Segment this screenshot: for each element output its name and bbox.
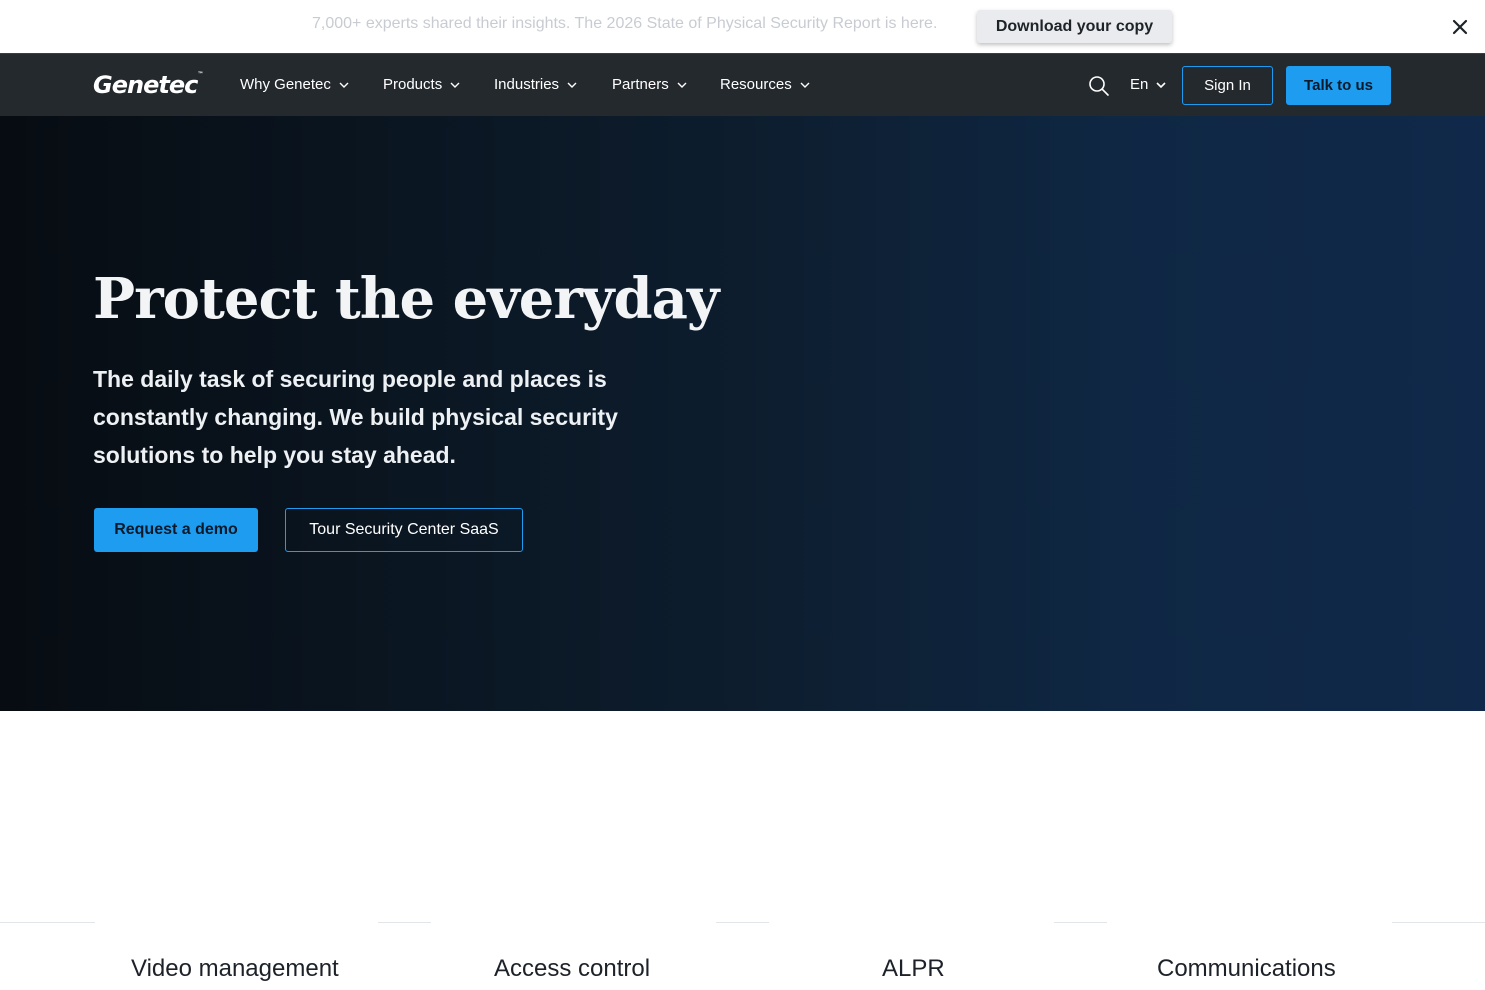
search-icon[interactable] — [1087, 74, 1111, 98]
close-icon[interactable] — [1448, 15, 1472, 39]
chevron-down-icon — [1156, 81, 1166, 88]
announcement-text: 7,000+ experts shared their insights. Th… — [312, 15, 938, 32]
product-label-video-management[interactable]: Video management — [131, 955, 339, 983]
nav-item-label: Products — [383, 76, 443, 93]
chevron-down-icon — [450, 82, 460, 88]
chevron-down-icon — [800, 82, 810, 88]
nav-item-resources[interactable]: Resources — [720, 76, 810, 93]
logo-text: Genetec — [93, 71, 198, 99]
chevron-down-icon — [677, 82, 687, 88]
nav-item-why-genetec[interactable]: Why Genetec — [240, 76, 349, 93]
request-demo-button[interactable]: Request a demo — [94, 508, 258, 552]
product-label-alpr[interactable]: ALPR — [882, 955, 945, 983]
nav-item-label: Why Genetec — [240, 76, 331, 93]
hero-section: Protect the everyday The daily task of s… — [0, 116, 1485, 711]
nav-item-partners[interactable]: Partners — [612, 76, 687, 93]
genetec-logo[interactable]: Genetec™ — [93, 71, 203, 99]
talk-to-us-button[interactable]: Talk to us — [1286, 66, 1391, 105]
nav-item-label: Resources — [720, 76, 792, 93]
tour-security-center-button[interactable]: Tour Security Center SaaS — [285, 508, 523, 552]
chevron-down-icon — [567, 82, 577, 88]
nav-item-label: Industries — [494, 76, 560, 93]
product-label-access-control[interactable]: Access control — [494, 955, 650, 983]
announcement-bar: 7,000+ experts shared their insights. Th… — [0, 0, 1485, 53]
sign-in-button[interactable]: Sign In — [1182, 66, 1273, 105]
hero-title: Protect the everyday — [93, 266, 719, 332]
language-selector[interactable]: En — [1130, 76, 1166, 93]
language-label: En — [1130, 76, 1149, 93]
nav-item-industries[interactable]: Industries — [494, 76, 577, 93]
nav-item-label: Partners — [612, 76, 669, 93]
chevron-down-icon — [339, 82, 349, 88]
product-label-communications[interactable]: Communications — [1157, 955, 1336, 983]
logo-trademark: ™ — [197, 71, 203, 78]
download-copy-button[interactable]: Download your copy — [977, 10, 1172, 43]
main-nav: Genetec™ Why Genetec Products Industries… — [0, 53, 1485, 116]
hero-subtitle: The daily task of securing people and pl… — [93, 366, 618, 468]
nav-item-products[interactable]: Products — [383, 76, 460, 93]
